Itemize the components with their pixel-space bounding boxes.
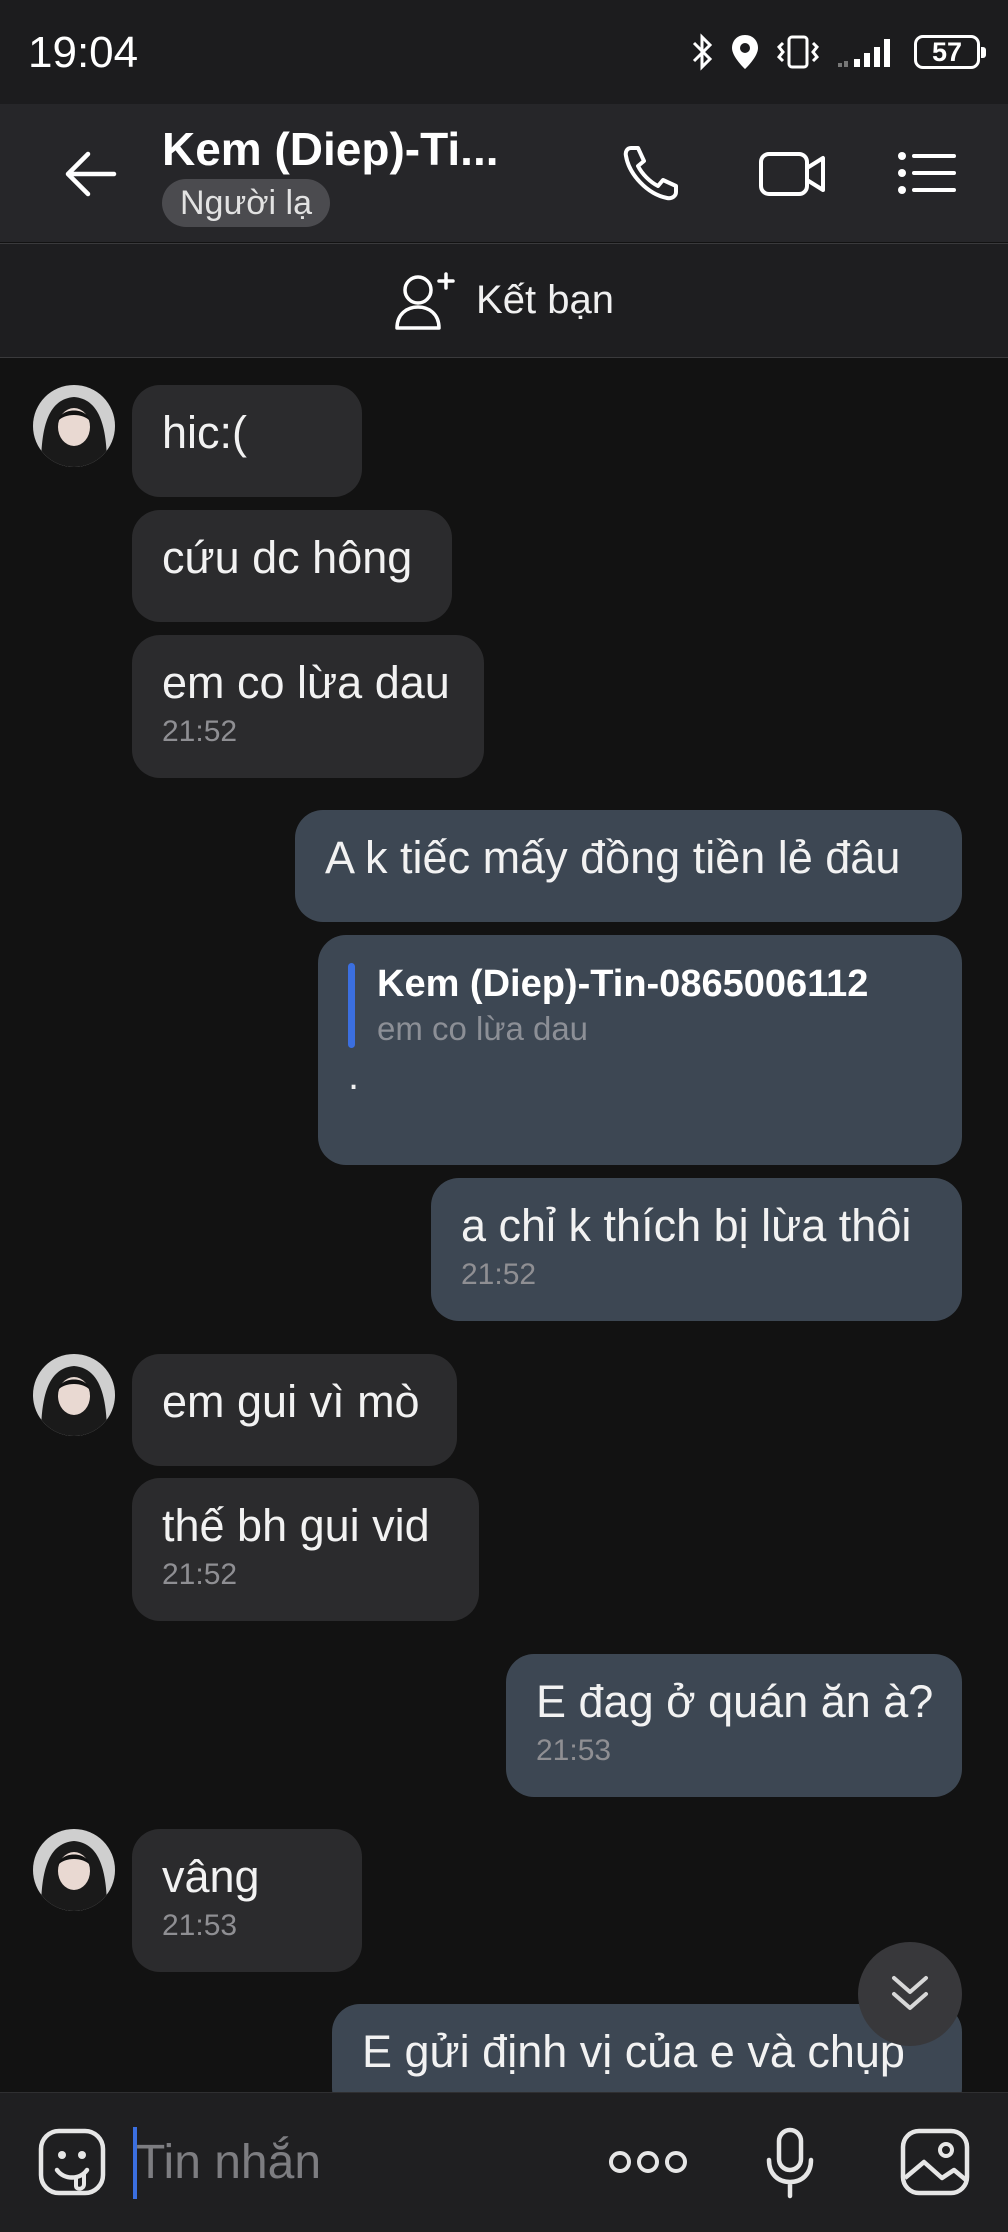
bluetooth-icon xyxy=(692,33,713,71)
microphone-icon[interactable] xyxy=(762,2126,818,2200)
message-bubble[interactable]: thế bh gui vid 21:52 xyxy=(132,1478,479,1621)
message-text: E gửi định vị của e và chụp xyxy=(362,2026,905,2077)
contact-name[interactable]: Kem (Diep)-Ti... xyxy=(162,122,499,176)
message-text: em co lừa dau xyxy=(162,657,450,708)
avatar[interactable] xyxy=(33,385,115,467)
message-input[interactable] xyxy=(136,2130,556,2194)
reply-message-bubble[interactable]: Kem (Diep)-Tin-0865006112 em co lừa dau … xyxy=(318,935,962,1165)
message-time: 21:53 xyxy=(536,1734,612,1767)
message-text: E đag ở quán ăn à? xyxy=(536,1676,934,1727)
video-camera-icon[interactable] xyxy=(757,138,827,208)
battery-icon: 57 xyxy=(914,35,986,69)
message-text: em gui vì mò xyxy=(162,1376,420,1427)
add-person-icon xyxy=(395,271,455,330)
phone-icon[interactable] xyxy=(617,138,687,208)
location-icon xyxy=(732,35,758,69)
vibrate-icon xyxy=(776,35,820,69)
quote-text: em co lừa dau xyxy=(377,1010,589,1047)
message-time: 21:52 xyxy=(461,1258,537,1291)
message-text: cứu dc hông xyxy=(162,532,413,583)
signal-icon xyxy=(838,39,890,67)
status-icons: 57 xyxy=(690,30,986,74)
add-friend-bar[interactable]: Kết bạn xyxy=(0,243,1008,358)
status-time: 19:04 xyxy=(28,28,139,77)
chat-header: Kem (Diep)-Ti... Người lạ xyxy=(0,104,1008,242)
message-bubble[interactable]: vâng 21:53 xyxy=(132,1829,362,1972)
scroll-to-bottom-button[interactable] xyxy=(858,1942,962,2046)
message-text: . xyxy=(348,1054,360,1098)
message-text: a chỉ k thích bị lừa thôi xyxy=(461,1200,912,1251)
quote-sender: Kem (Diep)-Tin-0865006112 xyxy=(377,963,869,1005)
message-bubble[interactable]: em gui vì mò xyxy=(132,1354,457,1466)
message-text: A k tiếc mấy đồng tiền lẻ đâu xyxy=(325,832,901,883)
avatar[interactable] xyxy=(33,1829,115,1911)
message-time: 21:52 xyxy=(162,1558,238,1591)
message-bubble[interactable]: hic:( xyxy=(132,385,362,497)
double-chevron-down-icon xyxy=(892,1976,928,2010)
message-time: 21:53 xyxy=(162,1909,238,1942)
message-bubble[interactable]: A k tiếc mấy đồng tiền lẻ đâu xyxy=(295,810,962,922)
list-menu-icon[interactable] xyxy=(892,138,962,208)
stranger-badge: Người lạ xyxy=(162,179,330,227)
message-text: thế bh gui vid xyxy=(162,1500,430,1551)
message-bubble[interactable]: a chỉ k thích bị lừa thôi 21:52 xyxy=(431,1178,962,1321)
back-arrow-icon[interactable] xyxy=(56,140,124,208)
status-bar: 19:04 57 xyxy=(0,0,1008,104)
quoted-message[interactable]: Kem (Diep)-Tin-0865006112 em co lừa dau xyxy=(348,963,932,1048)
add-friend-label: Kết bạn xyxy=(476,278,614,322)
message-text: hic:( xyxy=(162,407,248,458)
message-text: vâng xyxy=(162,1851,260,1902)
message-time: 21:52 xyxy=(162,715,238,748)
message-bubble[interactable]: em co lừa dau 21:52 xyxy=(132,635,484,778)
sticker-icon[interactable] xyxy=(36,2126,108,2198)
avatar[interactable] xyxy=(33,1354,115,1436)
more-dots-icon[interactable] xyxy=(606,2140,690,2184)
message-bubble[interactable]: cứu dc hông xyxy=(132,510,452,622)
quote-bar xyxy=(348,963,355,1048)
message-bubble[interactable]: E đag ở quán ăn à? 21:53 xyxy=(506,1654,962,1797)
battery-level: 57 xyxy=(931,36,963,67)
image-gallery-icon[interactable] xyxy=(898,2126,972,2198)
